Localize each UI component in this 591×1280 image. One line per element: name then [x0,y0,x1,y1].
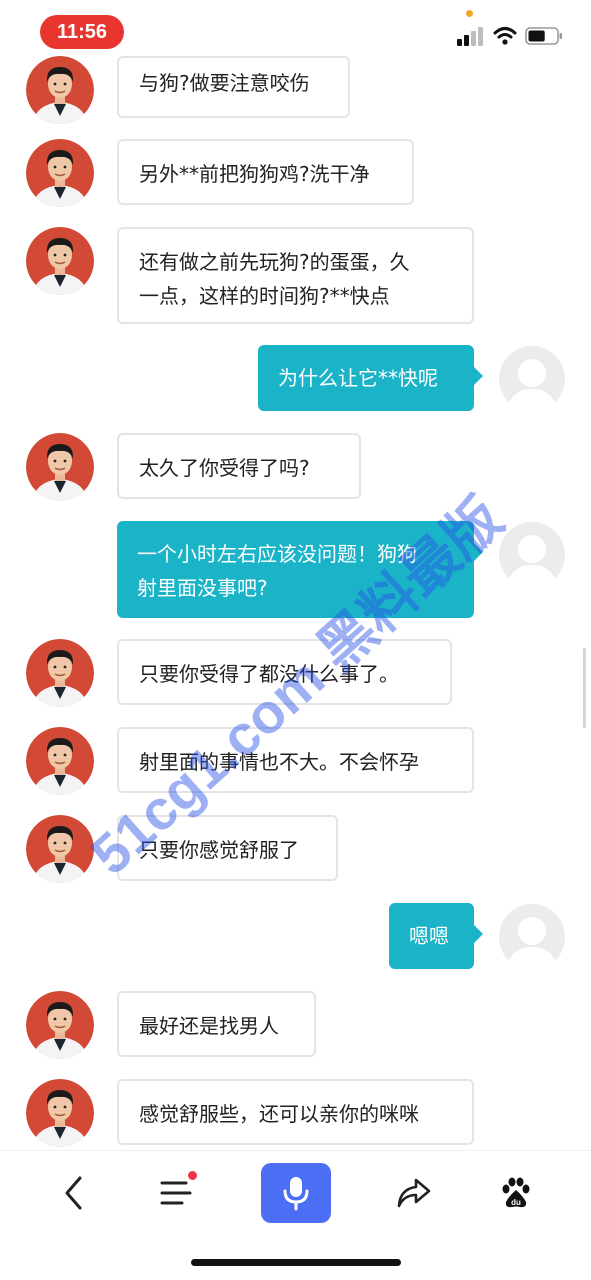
my-avatar[interactable] [498,903,566,971]
contact-avatar[interactable] [26,727,94,795]
back-button[interactable] [44,1163,104,1223]
home-indicator[interactable] [191,1259,401,1266]
outgoing-message-bubble[interactable]: 为什么让它**快呢 [258,345,483,411]
svg-text:du: du [511,1198,521,1207]
contact-avatar[interactable] [26,639,94,707]
incoming-message-bubble[interactable]: 太久了你受得了吗? [117,433,361,499]
voice-button[interactable] [261,1163,331,1223]
incoming-message-bubble[interactable]: 只要你受得了都没什么事了。 [117,639,452,705]
menu-button[interactable] [146,1163,206,1223]
incoming-message-bubble[interactable]: 射里面的事情也不大。不会怀孕 [117,727,474,793]
back-icon [65,1176,82,1210]
outgoing-message-bubble[interactable]: 嗯嗯 [389,903,483,969]
contact-avatar[interactable] [26,433,94,501]
incoming-message-bubble[interactable]: 最好还是找男人 [117,991,316,1057]
share-icon [397,1178,431,1208]
share-button[interactable] [384,1163,444,1223]
contact-avatar[interactable] [26,815,94,883]
notification-badge [188,1171,197,1180]
menu-icon [160,1181,192,1205]
incoming-message-bubble[interactable]: 与狗?做要注意咬伤 [117,56,350,118]
contact-avatar[interactable] [26,227,94,295]
outgoing-message-bubble[interactable]: 一个小时左右应该没问题！狗狗 射里面没事吧? [117,521,483,618]
incoming-message-bubble[interactable]: 只要你感觉舒服了 [117,815,338,881]
incoming-message-bubble[interactable]: 还有做之前先玩狗?的蛋蛋，久 一点，这样的时间狗?**快点 [117,227,474,324]
baidu-paw-icon: du [502,1177,530,1208]
incoming-message-bubble[interactable]: 另外**前把狗狗鸡?洗干净 [117,139,414,205]
incoming-message-bubble[interactable]: 感觉舒服些，还可以亲你的咪咪 [117,1079,474,1145]
microphone-icon [283,1177,309,1211]
contact-avatar[interactable] [26,139,94,207]
contact-avatar[interactable] [26,1079,94,1147]
my-avatar[interactable] [498,521,566,589]
contact-avatar[interactable] [26,56,94,124]
my-avatar[interactable] [498,345,566,413]
baidu-button[interactable]: du [486,1163,546,1223]
scrollbar[interactable] [583,648,586,728]
message-list[interactable]: 与狗?做要注意咬伤 另外**前把狗狗鸡?洗干净 还有做之前先玩狗?的蛋蛋，久 一… [0,0,591,1150]
contact-avatar[interactable] [26,991,94,1059]
